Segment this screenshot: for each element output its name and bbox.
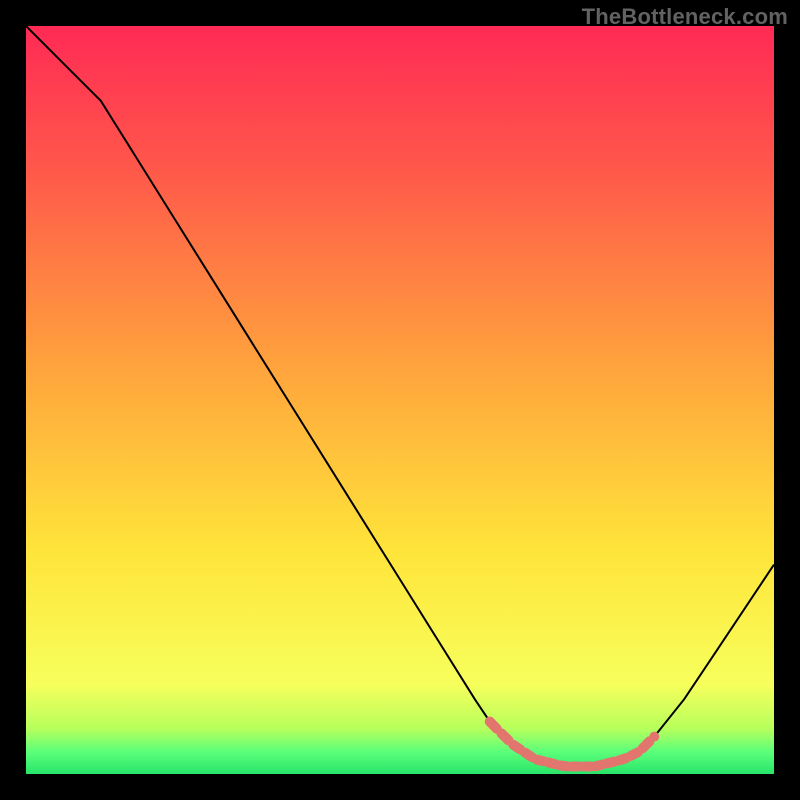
plot-area — [26, 26, 774, 774]
gradient-background — [26, 26, 774, 774]
chart-svg — [26, 26, 774, 774]
chart-frame: TheBottleneck.com — [0, 0, 800, 800]
watermark-label: TheBottleneck.com — [582, 4, 788, 30]
